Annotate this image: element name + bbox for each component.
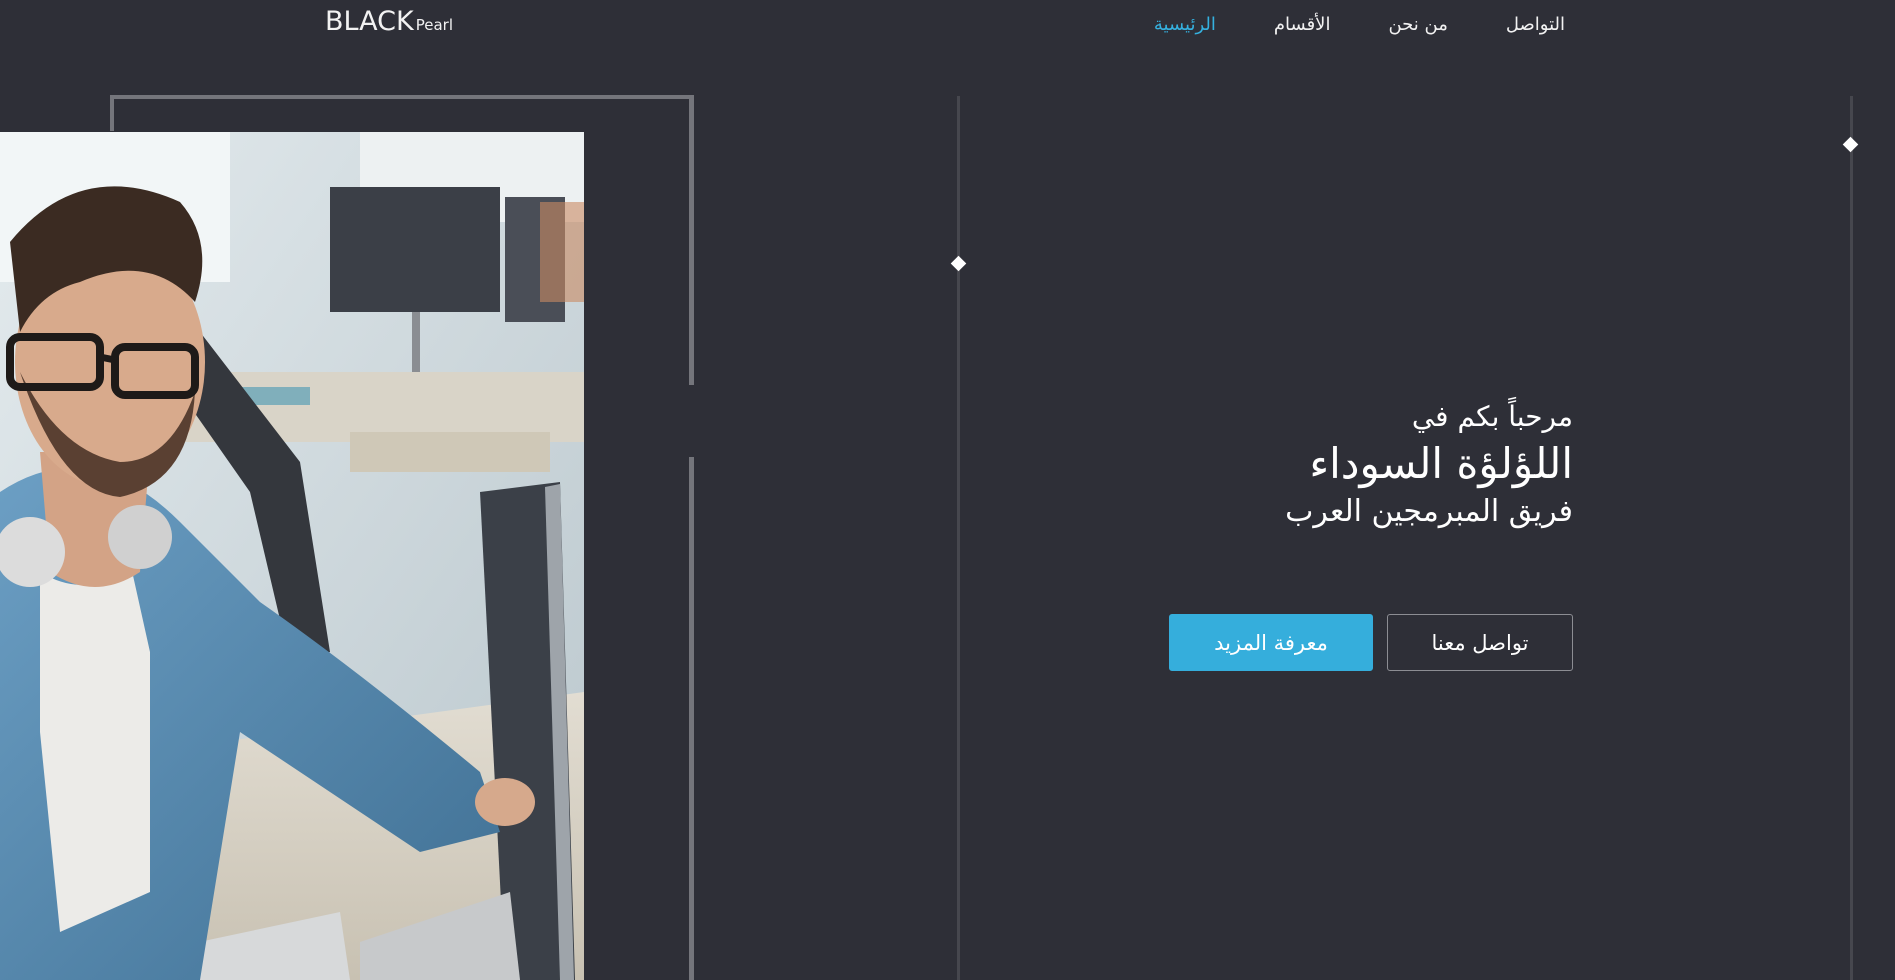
logo-main-text: BLACK [325, 6, 414, 37]
logo-sub-text: Pearl [415, 16, 454, 34]
divider-line-middle [957, 96, 960, 980]
hero-photo [0, 132, 584, 980]
nav-item-sections[interactable]: الأقسام [1274, 14, 1331, 35]
photo-frame-right-upper [689, 95, 694, 385]
learn-more-button[interactable]: معرفة المزيد [1169, 614, 1373, 671]
logo[interactable]: BLACK Pearl [325, 8, 453, 35]
photo-frame-top [110, 95, 693, 99]
diamond-icon [950, 255, 967, 272]
landing-page: BLACK Pearl الرئيسية الأقسام من نحن التو… [0, 0, 1895, 980]
divider-line-right [1850, 96, 1853, 980]
nav-item-contact[interactable]: التواصل [1506, 14, 1565, 35]
hero-buttons: معرفة المزيد تواصل معنا [1169, 614, 1573, 671]
contact-us-button[interactable]: تواصل معنا [1387, 614, 1573, 671]
hero-title: اللؤلؤة السوداء [1309, 438, 1573, 488]
photo-frame-left [110, 95, 114, 131]
nav-item-home[interactable]: الرئيسية [1154, 14, 1216, 35]
diamond-icon [1842, 136, 1859, 153]
hero-text-block: مرحباً بكم في اللؤلؤة السوداء فريق المبر… [1053, 400, 1573, 531]
nav-item-about[interactable]: من نحن [1388, 14, 1447, 35]
photo-frame-right-lower [689, 457, 694, 980]
hero-welcome: مرحباً بكم في [1411, 400, 1573, 433]
hero-subtitle: فريق المبرمجين العرب [1285, 494, 1573, 530]
main-nav: الرئيسية الأقسام من نحن التواصل [1154, 14, 1565, 35]
